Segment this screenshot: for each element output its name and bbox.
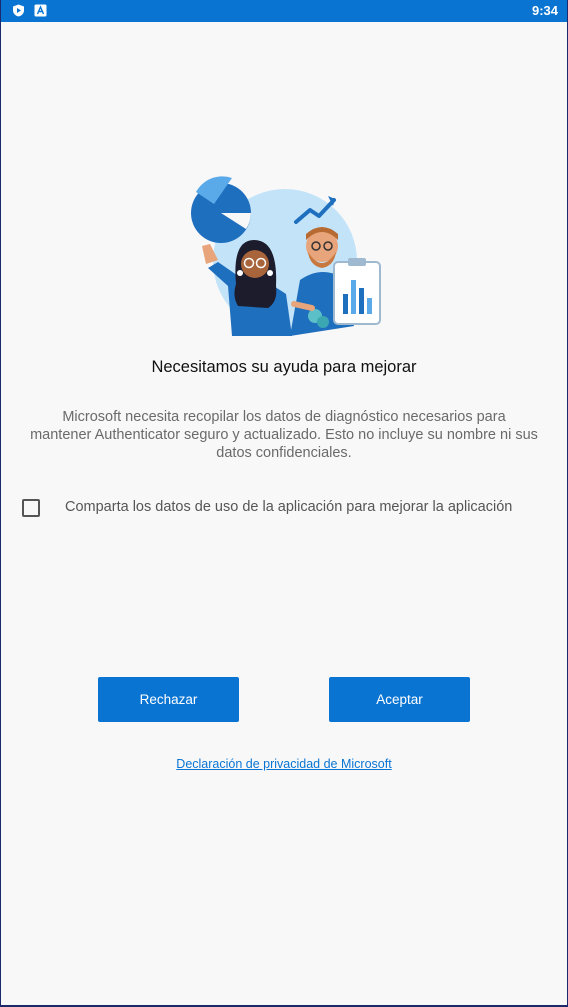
description-line: datos confidenciales.	[216, 445, 352, 461]
accept-button[interactable]: Aceptar	[329, 677, 470, 722]
page-title: Necesitamos su ayuda para mejorar	[151, 358, 417, 376]
diagnostics-illustration	[191, 176, 381, 336]
usage-data-consent-row[interactable]: Comparta los datos de uso de la aplicaci…	[22, 498, 552, 520]
usage-data-checkbox[interactable]	[22, 499, 40, 517]
app-notification-icon	[34, 4, 47, 17]
reject-button[interactable]: Rechazar	[98, 677, 239, 722]
play-protect-icon	[13, 4, 24, 17]
privacy-statement-link[interactable]: Declaración de privacidad de Microsoft	[0, 757, 568, 771]
description-line: mantener Authenticator seguro y actualiz…	[30, 427, 538, 443]
status-bar: 9:34	[0, 0, 568, 22]
usage-data-consent-label: Comparta los datos de uso de la aplicaci…	[65, 499, 513, 515]
description-line: Microsoft necesita recopilar los datos d…	[62, 409, 506, 425]
status-time: 9:34	[531, 3, 558, 18]
diagnostic-description: Microsoft necesita recopilar los datos d…	[16, 408, 552, 462]
